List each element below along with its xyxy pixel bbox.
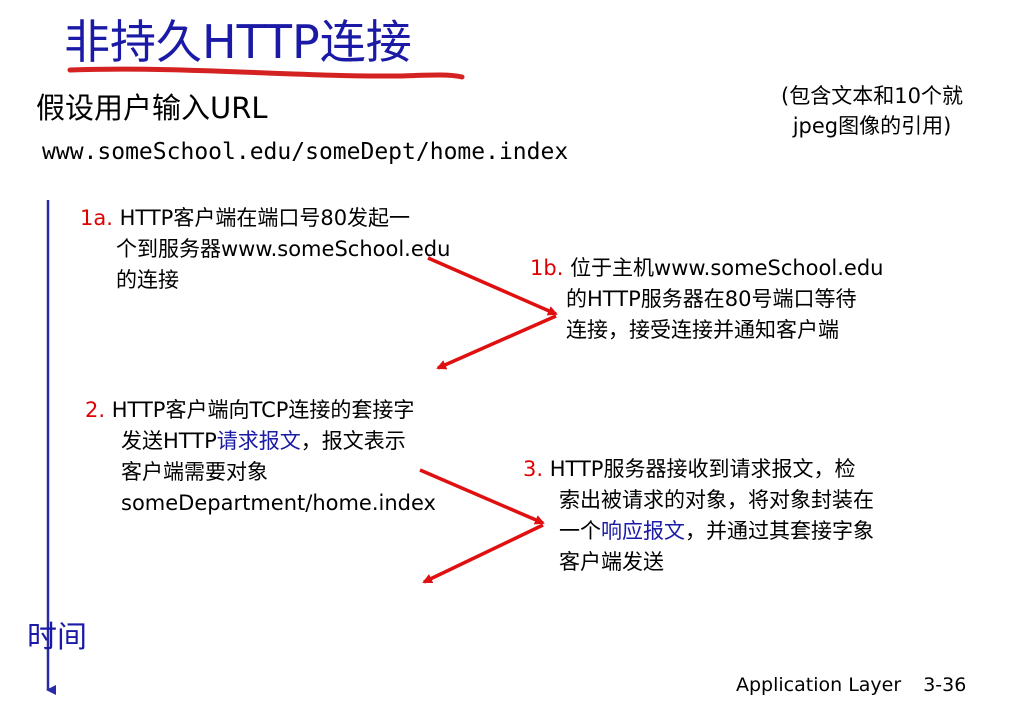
step-text-line: HTTP服务器接收到请求报文，检 xyxy=(549,457,856,481)
note-text: (包含文本和10个就 jpeg图像的引用) xyxy=(756,81,988,141)
step-text: 发送HTTP xyxy=(121,429,217,453)
step-1b: 1b. 位于主机www.someSchool.edu 的HTTP服务器在80号端… xyxy=(530,253,883,346)
step-text-line: 客户端需要对象 xyxy=(121,460,268,484)
step-text-line: 索出被请求的对象，将对象封装在 xyxy=(559,488,874,512)
step-text: ，报文表示 xyxy=(300,429,406,453)
request-message-term: 请求报文 xyxy=(216,429,301,453)
step-number: 1a. xyxy=(80,206,113,230)
url-text: www.someSchool.edu/someDept/home.index xyxy=(42,139,569,165)
step-text-line: 的连接 xyxy=(116,268,179,292)
step-text-line: 位于主机www.someSchool.edu xyxy=(570,256,884,280)
step-text: 一个 xyxy=(559,519,601,543)
time-label: 时间 xyxy=(27,620,87,655)
step-number: 3. xyxy=(523,457,544,481)
step-text-line: 的HTTP服务器在80号端口等待 xyxy=(566,287,857,311)
step-text-line: 连接，接受连接并通知客户端 xyxy=(566,318,839,342)
step-text-line: HTTP客户端向TCP连接的套接字 xyxy=(111,398,415,422)
step-text-line: 发送HTTP请求报文，报文表示 xyxy=(85,426,436,457)
step-2: 2. HTTP客户端向TCP连接的套接字 发送HTTP请求报文，报文表示 客户端… xyxy=(85,395,436,519)
step-3: 3. HTTP服务器接收到请求报文，检 索出被请求的对象，将对象封装在 一个响应… xyxy=(523,454,874,578)
step-text-line: HTTP客户端在端口号80发起一 xyxy=(119,206,411,230)
step-text-line: 客户端发送 xyxy=(559,550,664,574)
note-line-1: (包含文本和10个就 xyxy=(781,84,963,108)
page-number: 3-36 xyxy=(923,674,967,696)
step-number: 2. xyxy=(85,398,106,422)
step-text-line: 个到服务器www.someSchool.edu xyxy=(116,237,451,261)
assumption-text: 假设用户输入URL xyxy=(36,91,268,125)
step-text-line: someDepartment/home.index xyxy=(121,491,436,515)
note-line-2: jpeg图像的引用) xyxy=(792,114,952,138)
step-text-line: 一个响应报文，并通过其套接字象 xyxy=(523,516,874,547)
slide-footer: Application Layer 3-36 xyxy=(736,672,966,698)
step-1a: 1a. HTTP客户端在端口号80发起一 个到服务器www.someSchool… xyxy=(80,203,450,296)
title-underline xyxy=(67,66,465,80)
step-number: 1b. xyxy=(530,256,564,280)
response-message-term: 响应报文 xyxy=(601,519,685,543)
step-text: ，并通过其套接字象 xyxy=(685,519,874,543)
footer-section: Application Layer xyxy=(736,674,902,696)
